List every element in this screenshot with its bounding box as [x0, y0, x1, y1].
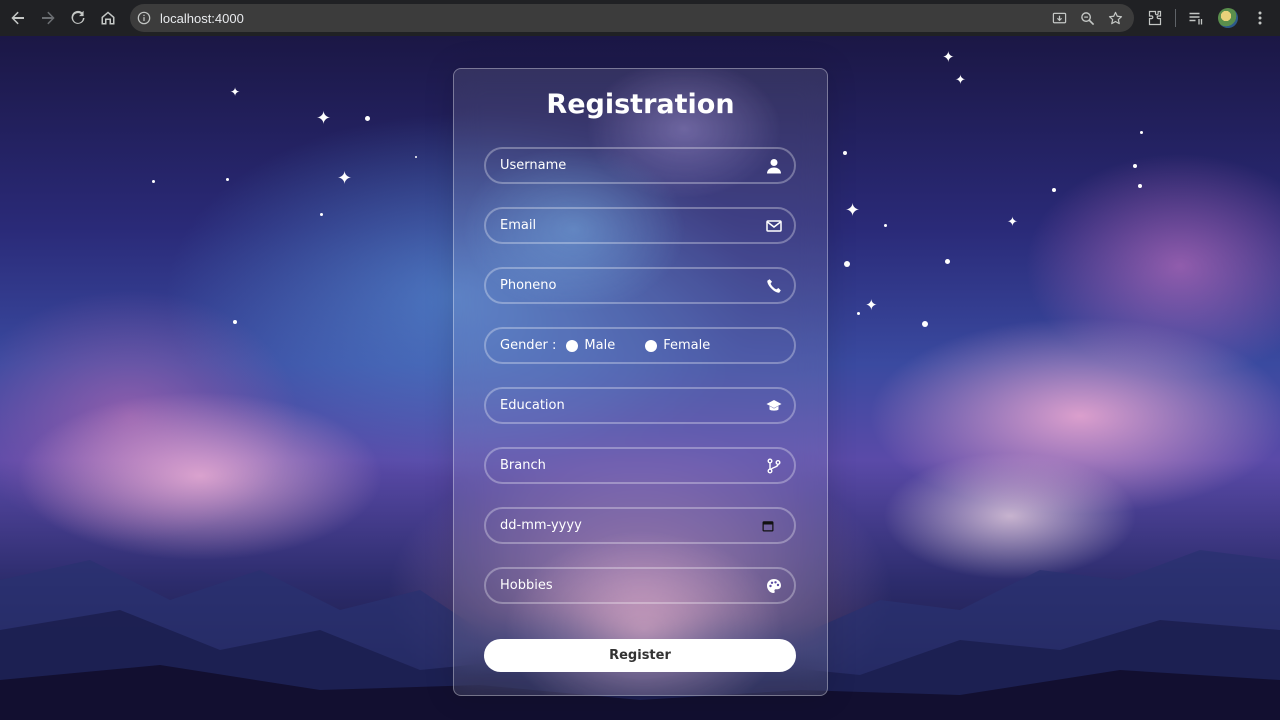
star-decoration [365, 116, 370, 121]
radio-label-female: Female [663, 338, 711, 353]
star-decoration [320, 213, 323, 216]
username-input[interactable] [486, 149, 754, 182]
reload-icon [71, 10, 85, 24]
star-decoration [1133, 164, 1137, 168]
site-info-icon[interactable] [130, 11, 158, 25]
gender-field: Gender : Male Female [484, 327, 796, 364]
sparkle-decoration: ✦ [845, 200, 861, 221]
email-field [484, 207, 796, 244]
sparkle-decoration: ✦ [316, 108, 332, 129]
radio-male[interactable] [566, 339, 579, 352]
sparkle-decoration: ✦ [337, 168, 353, 189]
gender-label: Gender : [500, 338, 557, 353]
reading-list-icon[interactable] [1182, 4, 1210, 32]
sparkle-decoration: ✦ [955, 73, 966, 88]
reload-button[interactable] [63, 3, 93, 33]
star-decoration [415, 156, 417, 158]
sparkle-decoration: ✦ [230, 85, 241, 99]
date-field [484, 507, 796, 544]
home-icon [101, 11, 115, 25]
star-decoration [844, 261, 850, 267]
sparkle-decoration: ✦ [865, 296, 878, 314]
star-decoration [945, 259, 950, 264]
star-decoration [1140, 131, 1143, 134]
page-title: Registration [546, 89, 735, 120]
address-bar[interactable]: localhost:4000 [130, 4, 1134, 32]
star-decoration [922, 321, 928, 327]
star-decoration [884, 224, 887, 227]
browser-toolbar: localhost:4000 [0, 0, 1280, 36]
register-button[interactable]: Register [484, 639, 796, 672]
palette-icon [754, 578, 794, 594]
browser-actions [1141, 3, 1274, 33]
gender-option-male[interactable]: Male [566, 338, 615, 353]
email-input[interactable] [486, 209, 754, 242]
branch-input[interactable] [486, 449, 754, 482]
education-input[interactable] [486, 389, 754, 422]
arrow-right-icon [42, 11, 55, 25]
phone-input[interactable] [486, 269, 754, 302]
star-decoration [233, 320, 237, 324]
phone-icon [754, 278, 794, 294]
star-decoration [1052, 188, 1056, 192]
home-button[interactable] [93, 3, 123, 33]
date-input[interactable] [486, 509, 742, 542]
forward-button[interactable] [33, 3, 63, 33]
toolbar-divider [1175, 9, 1176, 27]
gender-option-female[interactable]: Female [645, 338, 710, 353]
star-decoration [226, 178, 229, 181]
star-decoration [857, 312, 860, 315]
username-field [484, 147, 796, 184]
registration-card: Registration Gender : Male Female [453, 68, 828, 696]
graduation-cap-icon [754, 398, 794, 414]
install-app-icon[interactable] [1046, 5, 1072, 31]
code-branch-icon [754, 458, 794, 474]
envelope-icon [754, 218, 794, 234]
branch-field [484, 447, 796, 484]
back-button[interactable] [3, 3, 33, 33]
avatar [1218, 8, 1238, 28]
profile-avatar[interactable] [1214, 4, 1242, 32]
hobbies-field [484, 567, 796, 604]
extensions-icon[interactable] [1141, 4, 1169, 32]
sparkle-decoration: ✦ [1007, 215, 1018, 230]
zoom-icon[interactable] [1074, 5, 1100, 31]
education-field [484, 387, 796, 424]
star-decoration [843, 151, 847, 155]
radio-label-male: Male [584, 338, 616, 353]
hobbies-input[interactable] [486, 569, 754, 602]
bookmark-star-icon[interactable] [1102, 5, 1128, 31]
url-text: localhost:4000 [160, 10, 244, 26]
star-decoration [152, 180, 155, 183]
phone-field [484, 267, 796, 304]
radio-female[interactable] [645, 339, 658, 352]
calendar-icon[interactable] [742, 520, 794, 532]
menu-icon[interactable] [1246, 4, 1274, 32]
address-bar-actions [1046, 4, 1128, 32]
sparkle-decoration: ✦ [942, 48, 955, 66]
arrow-left-icon [11, 11, 24, 25]
user-icon [754, 158, 794, 174]
star-decoration [1138, 184, 1142, 188]
